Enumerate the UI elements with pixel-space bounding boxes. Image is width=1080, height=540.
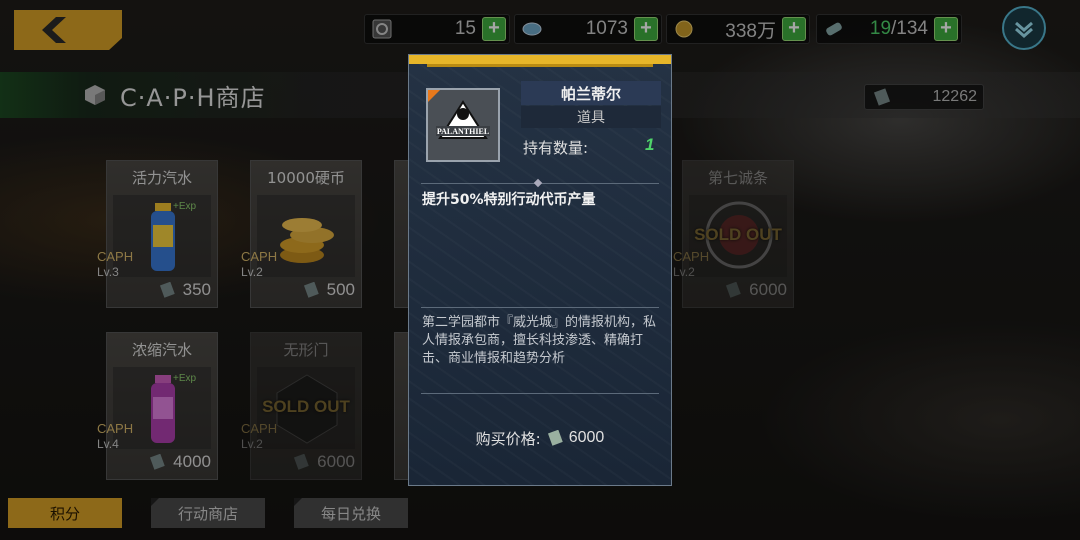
purchase-price-value: 6000 <box>568 429 605 446</box>
logo-text: PALANTHIEL <box>437 127 489 136</box>
divider <box>421 307 659 308</box>
item-detail-popup: PALANTHIEL 帕兰蒂尔 道具 持有数量: 1 提升50%特别行动代币产量… <box>408 54 672 486</box>
chip-icon <box>547 430 563 446</box>
item-detail-name: 帕兰蒂尔 <box>521 81 661 105</box>
item-description: 第二学园都市『威光城』的情报机构，私人情报承包商，擅长科技渗透、精确打击、商业情… <box>422 315 657 366</box>
purchase-price[interactable]: 购买价格: 6000 <box>409 427 671 449</box>
item-detail-image: PALANTHIEL <box>426 88 500 162</box>
item-detail-type: 道具 <box>521 106 661 128</box>
divider <box>421 393 659 394</box>
owned-quantity-label: 持有数量: <box>523 139 589 157</box>
item-effect-text: 提升50%特别行动代币产量 <box>422 192 596 208</box>
purchase-price-label: 购买价格: <box>475 429 541 448</box>
owned-quantity-value: 1 <box>645 135 655 154</box>
